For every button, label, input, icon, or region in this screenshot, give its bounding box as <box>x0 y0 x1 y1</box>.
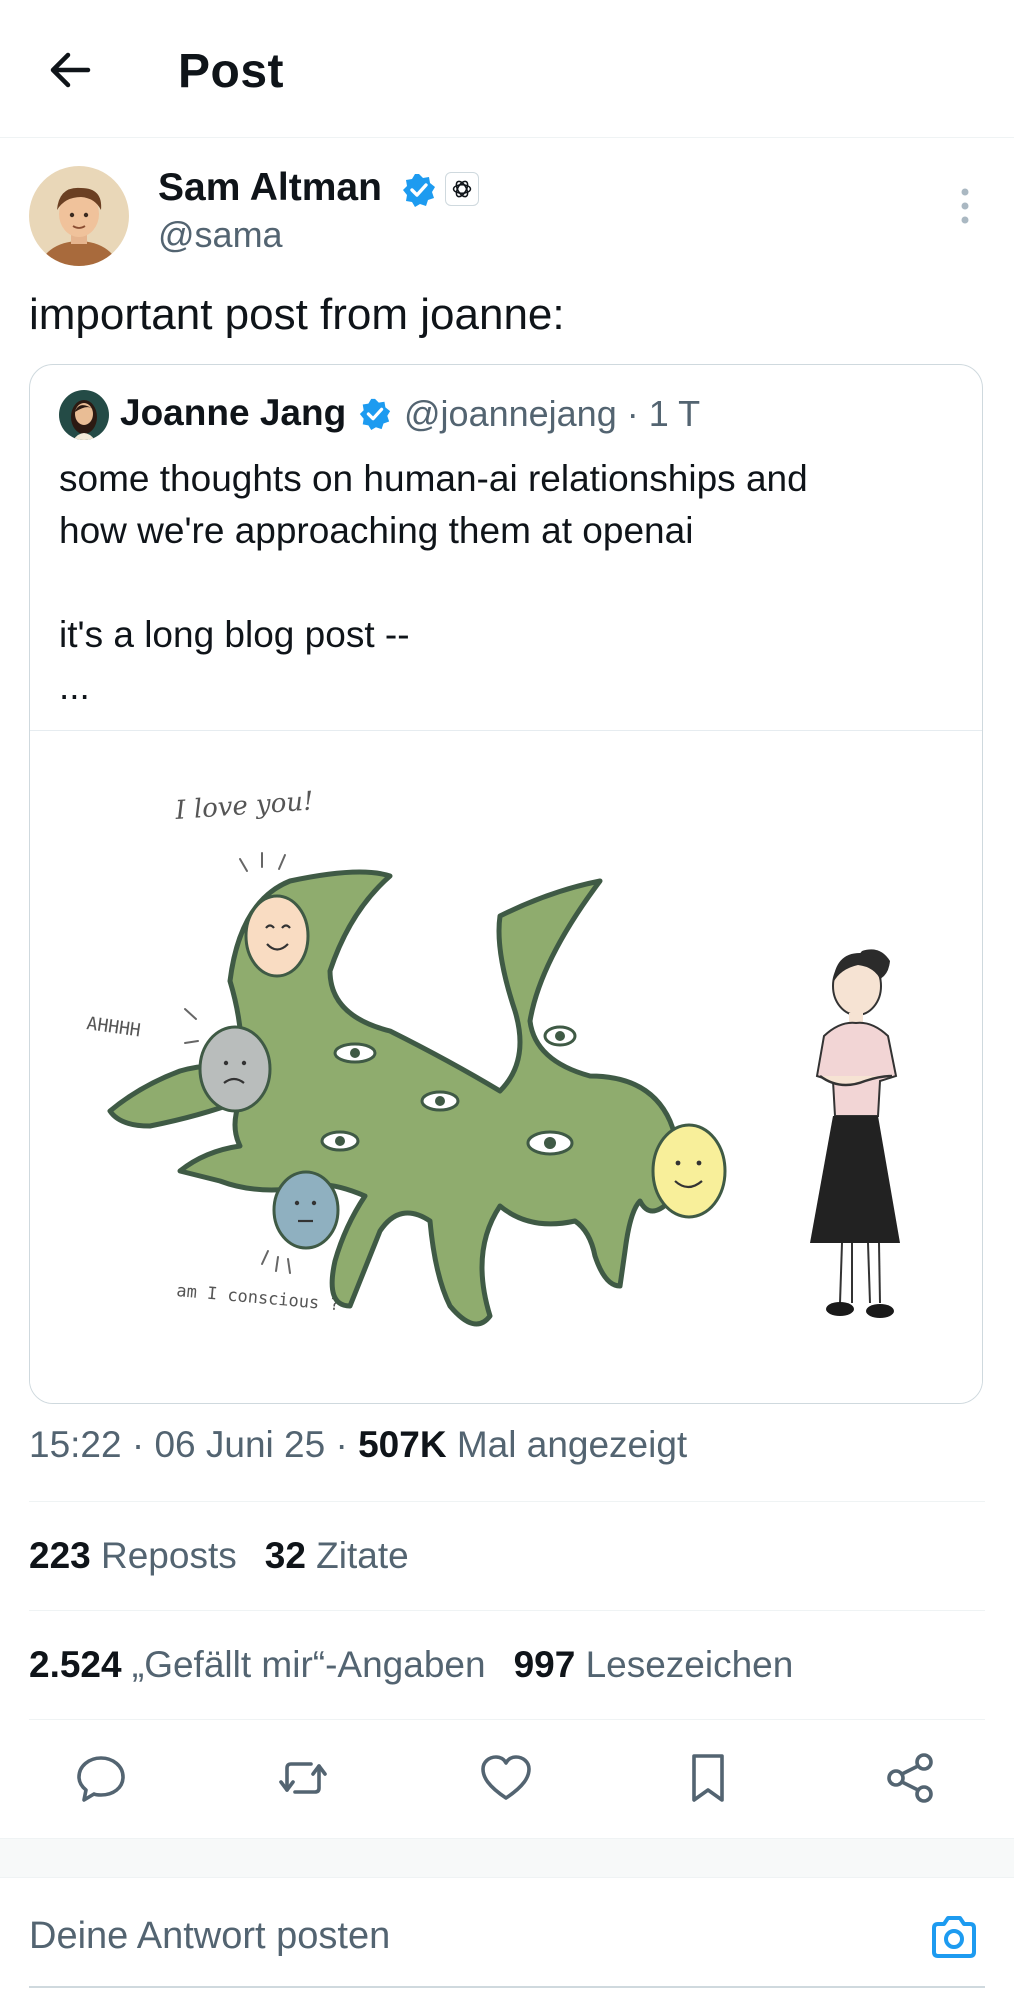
woman-figure <box>810 949 900 1318</box>
post-timestamp: 15:22 · 06 Juni 25 · 507K Mal angezeigt <box>29 1424 687 1466</box>
reposts-count: 223 <box>29 1535 91 1576</box>
author-handle[interactable]: @sama <box>158 214 283 256</box>
section-separator <box>0 1838 1014 1878</box>
likes-count: 2.524 <box>29 1644 122 1685</box>
stats-row-reposts: 223 Reposts 32 Zitate <box>29 1535 409 1577</box>
divider <box>29 1501 985 1502</box>
quote-author-name[interactable]: Joanne Jang <box>120 392 346 434</box>
author-avatar[interactable] <box>29 166 129 266</box>
repost-icon[interactable] <box>275 1750 331 1806</box>
camera-icon[interactable] <box>928 1912 980 1964</box>
quotes-label: Zitate <box>305 1535 409 1576</box>
views-label: Mal angezeigt <box>446 1424 688 1465</box>
quote-text: some thoughts on human-ai relationships … <box>59 458 808 707</box>
quote-author-handle[interactable]: @joannejang · 1 T <box>404 393 700 435</box>
views-count: 507K <box>358 1424 447 1465</box>
share-icon[interactable] <box>882 1750 938 1806</box>
verified-badge-icon[interactable] <box>401 172 437 208</box>
reply-icon[interactable] <box>73 1750 129 1806</box>
page-title: Post <box>178 45 285 98</box>
back-arrow-icon[interactable] <box>44 44 96 96</box>
likes-label: „Gefällt mir“-Angaben <box>121 1644 486 1685</box>
quoted-post[interactable]: Joanne Jang @joannejang · 1 T some thoug… <box>29 364 983 1404</box>
illustration-caption-scream: AHHHH <box>85 1013 142 1041</box>
quote-author-avatar[interactable] <box>59 390 109 440</box>
bookmark-icon[interactable] <box>680 1750 736 1806</box>
divider <box>29 1610 985 1611</box>
more-options-icon[interactable] <box>950 186 980 226</box>
post-time-date: 15:22 · 06 Juni 25 · <box>29 1424 359 1465</box>
quotes-count: 32 <box>264 1535 306 1576</box>
quote-illustration[interactable]: I love you! AHHHH am I conscious ? <box>30 730 982 1403</box>
likes-stat[interactable]: 2.524 „Gefällt mir“-Angaben <box>29 1644 486 1685</box>
reposts-stat[interactable]: 223 Reposts <box>29 1535 237 1576</box>
bookmarks-label: Lesezeichen <box>575 1644 794 1685</box>
stats-row-likes: 2.524 „Gefällt mir“-Angaben 997 Lesezeich… <box>29 1644 793 1686</box>
reply-input[interactable]: Deine Antwort posten <box>29 1915 390 1958</box>
bookmarks-count: 997 <box>513 1644 576 1685</box>
post-text: important post from joanne: <box>29 290 565 339</box>
affiliate-logo-icon[interactable] <box>445 172 479 206</box>
author-name[interactable]: Sam Altman <box>158 166 382 210</box>
reposts-label: Reposts <box>90 1535 237 1576</box>
action-bar <box>0 1720 1014 1838</box>
top-bar: Post <box>0 0 1014 138</box>
quote-verified-badge-icon <box>358 397 392 431</box>
bookmarks-stat[interactable]: 997 Lesezeichen <box>514 1644 794 1685</box>
illustration-caption-conscious: am I conscious ? <box>176 1281 341 1315</box>
like-icon[interactable] <box>478 1750 534 1806</box>
illustration-caption-love: I love you! <box>173 786 314 826</box>
quotes-stat[interactable]: 32 Zitate <box>265 1535 409 1576</box>
reply-input-underline <box>29 1986 985 1988</box>
